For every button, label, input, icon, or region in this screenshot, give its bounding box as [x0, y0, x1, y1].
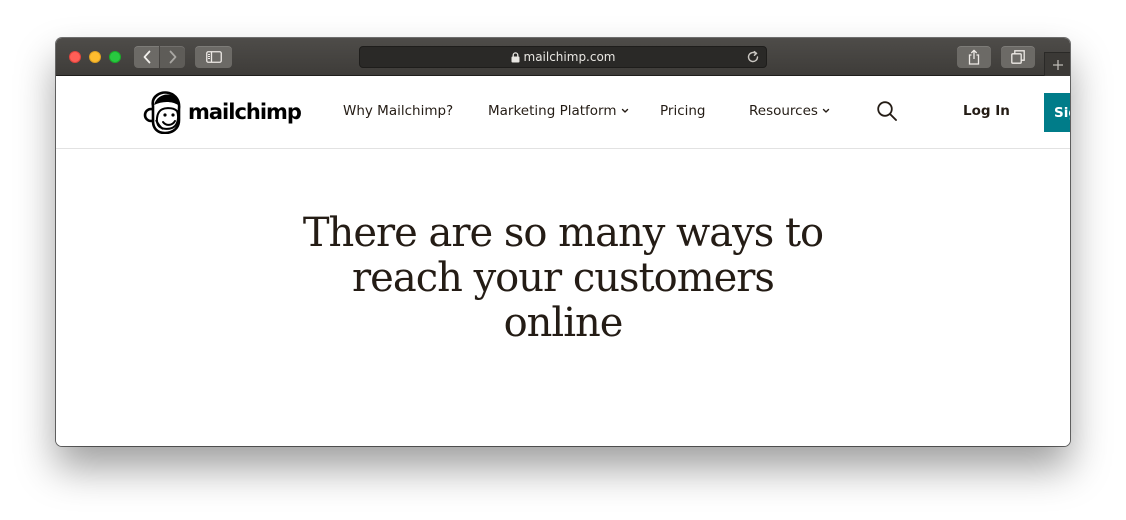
nav-platform-label: Marketing Platform [488, 103, 617, 119]
address-content: mailchimp.com [360, 47, 766, 67]
plus-icon [1053, 59, 1063, 70]
address-bar[interactable]: mailchimp.com [359, 46, 767, 68]
chevron-down-icon [621, 108, 628, 113]
search-icon[interactable] [876, 100, 898, 122]
nav-pricing[interactable]: Pricing [660, 103, 706, 119]
share-button[interactable] [957, 46, 991, 68]
browser-toolbar: mailchimp.com [56, 38, 1070, 76]
nav-pricing-label: Pricing [660, 103, 706, 119]
nav-resources-label: Resources [749, 103, 818, 119]
forward-button[interactable] [160, 46, 185, 68]
nav-resources[interactable]: Resources [749, 103, 830, 119]
close-window-button[interactable] [69, 51, 81, 63]
sign-up-button[interactable]: Sig [1044, 93, 1070, 132]
back-button[interactable] [134, 46, 159, 68]
log-in-link[interactable]: Log In [963, 103, 1010, 119]
nav-why-label: Why Mailchimp? [343, 103, 454, 119]
url-text: mailchimp.com [523, 50, 616, 64]
browser-window: mailchimp.com mailchimp Why Mailchimp? M… [56, 38, 1070, 446]
tabs-icon [1011, 50, 1025, 64]
new-tab-button[interactable] [1044, 52, 1070, 76]
chevron-down-icon [822, 108, 830, 113]
site-header: mailchimp Why Mailchimp? Marketing Platf… [56, 76, 1070, 149]
show-tabs-button[interactable] [1001, 46, 1035, 68]
nav-why-mailchimp[interactable]: Why Mailchimp? [343, 103, 453, 119]
lock-icon [511, 51, 519, 62]
minimize-window-button[interactable] [89, 51, 101, 63]
freddie-mascot-icon [143, 91, 181, 134]
mailchimp-logo[interactable]: mailchimp [142, 89, 302, 135]
share-icon [968, 49, 980, 65]
nav-marketing-platform[interactable]: Marketing Platform [488, 103, 629, 119]
sign-up-label: Sig [1054, 104, 1070, 121]
chevron-right-icon [169, 50, 176, 64]
sidebar-toggle-button[interactable] [195, 46, 232, 68]
hero-headline: There are so many ways to reach your cus… [302, 210, 824, 346]
chevron-left-icon [143, 50, 150, 64]
logo-wordmark: mailchimp [188, 100, 302, 124]
web-page: mailchimp Why Mailchimp? Marketing Platf… [56, 76, 1070, 446]
reload-icon[interactable] [746, 50, 760, 64]
sidebar-icon [205, 51, 222, 63]
zoom-window-button[interactable] [109, 51, 121, 63]
